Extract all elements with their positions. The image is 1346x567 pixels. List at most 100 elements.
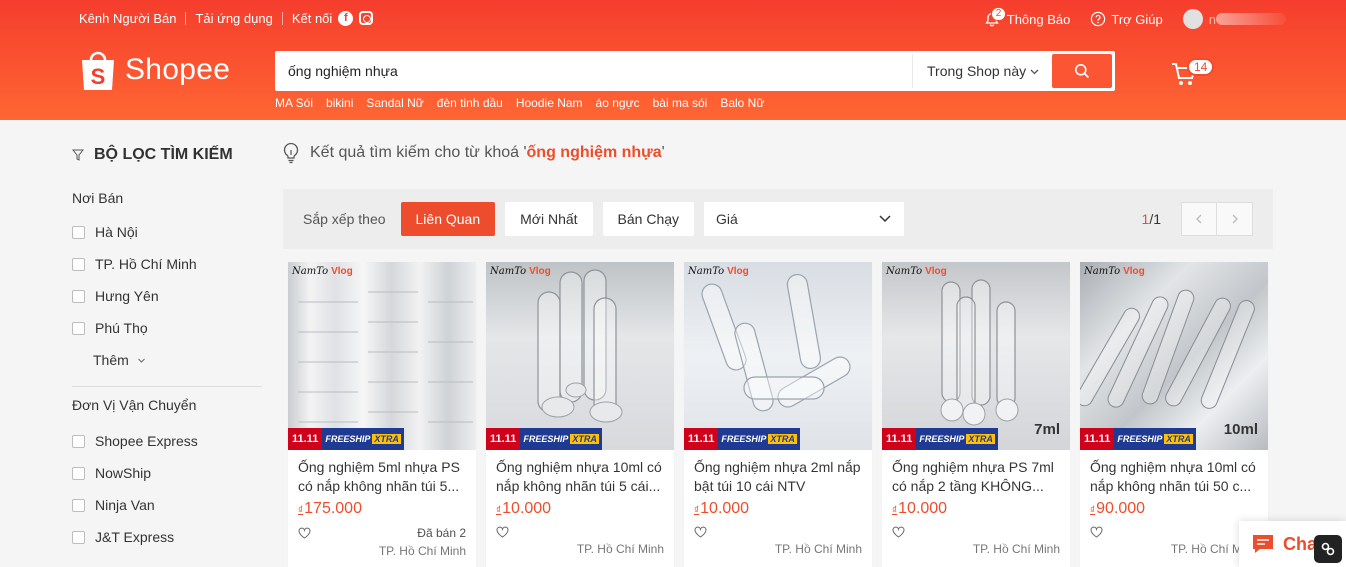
hint-prefix: Kết quả tìm kiếm cho từ khoá ': [310, 144, 527, 161]
checkbox[interactable]: [72, 289, 85, 303]
chevron-left-icon: [1195, 214, 1203, 224]
search-scope-select[interactable]: Trong Shop này: [912, 54, 1052, 88]
search-input[interactable]: ống nghiệm nhựa: [278, 63, 912, 79]
search-button[interactable]: [1052, 54, 1112, 88]
product-name: Ống nghiệm nhựa 10ml có nắp không nhãn t…: [1090, 459, 1256, 494]
checkbox[interactable]: [72, 321, 85, 335]
heart-icon[interactable]: [892, 526, 905, 538]
checkbox[interactable]: [72, 257, 85, 271]
checkbox[interactable]: [72, 434, 85, 448]
notifications-label: Thông Báo: [1006, 11, 1071, 27]
product-card[interactable]: NamTo Vlog 7ml 11.11 FREESHIP XTRA Ống ngh…: [882, 262, 1070, 567]
product-card[interactable]: NamTo Vlog 11.11 FREESHIP XTRA Ống nghiệm …: [288, 262, 476, 567]
shipping-option[interactable]: Shopee Express: [72, 425, 262, 457]
checkbox[interactable]: [72, 225, 85, 239]
sort-latest-button[interactable]: Mới Nhất: [505, 202, 593, 236]
location-option[interactable]: Phú Thọ: [72, 312, 262, 344]
help-link[interactable]: Trợ Giúp: [1090, 11, 1163, 27]
divider: [72, 386, 262, 387]
suggestion-link[interactable]: áo ngực: [596, 96, 640, 110]
sale-date-badge: 11.11: [1080, 428, 1115, 450]
shipping-group-title: Đơn Vị Vận Chuyển: [72, 397, 197, 413]
account-menu[interactable]: n: [1182, 9, 1286, 29]
search-filter-sidebar: BỘ LỌC TÌM KIẾM Nơi Bán Hà Nội TP. Hồ Ch…: [72, 138, 262, 553]
shipping-option[interactable]: NowShip: [72, 457, 262, 489]
product-location: TP. Hồ Chí Minh: [576, 542, 664, 556]
next-page-button[interactable]: [1217, 202, 1253, 236]
chevron-down-icon: [1029, 64, 1040, 80]
suggestion-link[interactable]: Sandal Nữ: [366, 96, 423, 110]
currency-symbol: ₫: [892, 505, 898, 516]
checkbox[interactable]: [72, 466, 85, 480]
heart-icon[interactable]: [298, 527, 311, 539]
checkbox[interactable]: [72, 530, 85, 544]
location-option[interactable]: Hà Nội: [72, 216, 262, 248]
heart-icon[interactable]: [496, 526, 509, 538]
mini-pagination: 1/1: [1142, 202, 1253, 236]
show-more-label: Thêm: [93, 352, 129, 368]
promo-badge: 11.11 FREESHIP XTRA: [288, 428, 404, 450]
hint-suffix: ': [661, 144, 665, 161]
product-card[interactable]: NamTo Vlog 11.11 FREESHIP XTRA Ống nghiệm …: [684, 262, 872, 567]
suggestion-link[interactable]: Balo Nữ: [720, 96, 764, 110]
location-label: Hà Nội: [95, 224, 138, 240]
show-more-button[interactable]: Thêm: [72, 344, 262, 376]
sort-top-sales-button[interactable]: Bán Chạy: [602, 202, 695, 236]
product-location: TP. Hồ Chí Minh: [378, 544, 466, 558]
promo-badge: 11.11 FREESHIP XTRA: [684, 428, 800, 450]
currency-symbol: ₫: [496, 505, 502, 516]
checkbox[interactable]: [72, 498, 85, 512]
product-image: NamTo Vlog 11.11 FREESHIP XTRA: [684, 262, 872, 450]
location-option[interactable]: TP. Hồ Chí Minh: [72, 248, 262, 280]
shipping-option[interactable]: Ninja Van: [72, 489, 262, 521]
search-suggestions: MA Sói bikini Sandal Nữ đèn tinh dầu Hoo…: [275, 96, 777, 110]
shopee-logo[interactable]: S Shopee: [79, 48, 230, 92]
account-name: n: [1208, 11, 1216, 27]
sale-date-badge: 11.11: [486, 428, 521, 450]
download-app-link[interactable]: Tải ứng dụng: [195, 11, 272, 26]
link-icon[interactable]: [1314, 535, 1342, 563]
heart-icon[interactable]: [694, 526, 707, 538]
seller-channel-link[interactable]: Kênh Người Bán: [79, 11, 176, 26]
search-bar: ống nghiệm nhựa Trong Shop này: [275, 51, 1115, 91]
product-name: Ống nghiệm nhựa 10ml có nắp không nhãn t…: [496, 459, 662, 494]
suggestion-link[interactable]: bikini: [326, 96, 353, 110]
image-watermark: NamTo Vlog: [490, 266, 551, 277]
freeship-badge: FREESHIP XTRA: [718, 428, 800, 450]
sort-bar: Sắp xếp theo Liên Quan Mới Nhất Bán Chạy…: [283, 189, 1273, 249]
cart-button[interactable]: 14: [1170, 58, 1215, 91]
suggestion-link[interactable]: đèn tinh dầu: [437, 96, 503, 110]
prev-page-button[interactable]: [1181, 202, 1217, 236]
location-option[interactable]: Hưng Yên: [72, 280, 262, 312]
search-scope-label: Trong Shop này: [927, 63, 1027, 79]
sale-date-badge: 11.11: [288, 428, 323, 450]
sort-relevant-button[interactable]: Liên Quan: [400, 202, 496, 236]
notifications-link[interactable]: 2 Thông Báo: [984, 6, 1071, 27]
suggestion-link[interactable]: bài ma sói: [653, 96, 708, 110]
instagram-icon[interactable]: [359, 11, 374, 25]
location-group-title: Nơi Bán: [72, 190, 124, 206]
heart-icon[interactable]: [1090, 526, 1103, 538]
sort-label: Sắp xếp theo: [303, 211, 386, 227]
lightbulb-icon: [282, 142, 310, 164]
product-meta: [684, 518, 872, 538]
suggestion-link[interactable]: Hoodie Nam: [516, 96, 583, 110]
facebook-icon[interactable]: f: [338, 10, 354, 26]
chat-icon: [1251, 533, 1275, 555]
product-meta: [486, 518, 674, 538]
suggestion-link[interactable]: MA Sói: [275, 96, 313, 110]
connect-label: Kết nối: [291, 10, 333, 26]
product-image: NamTo Vlog 7ml 11.11 FREESHIP XTRA: [882, 262, 1070, 450]
divider: [185, 11, 187, 25]
currency-symbol: ₫: [1090, 505, 1096, 516]
search-keyword: ống nghiệm nhựa: [526, 144, 662, 161]
product-name: Ống nghiệm 5ml nhựa PS có nắp không nhãn…: [298, 459, 460, 494]
shipping-option[interactable]: J&T Express: [72, 521, 262, 553]
product-card[interactable]: NamTo Vlog 11.11 FREESHIP XTRA Ống nghiệm …: [486, 262, 674, 567]
image-watermark: NamTo Vlog: [886, 266, 947, 277]
sort-price-select[interactable]: Giá: [704, 202, 905, 236]
cart-icon: [1170, 63, 1198, 91]
currency-symbol: ₫: [694, 505, 700, 516]
help-icon: [1090, 11, 1106, 27]
location-label: TP. Hồ Chí Minh: [95, 256, 197, 272]
